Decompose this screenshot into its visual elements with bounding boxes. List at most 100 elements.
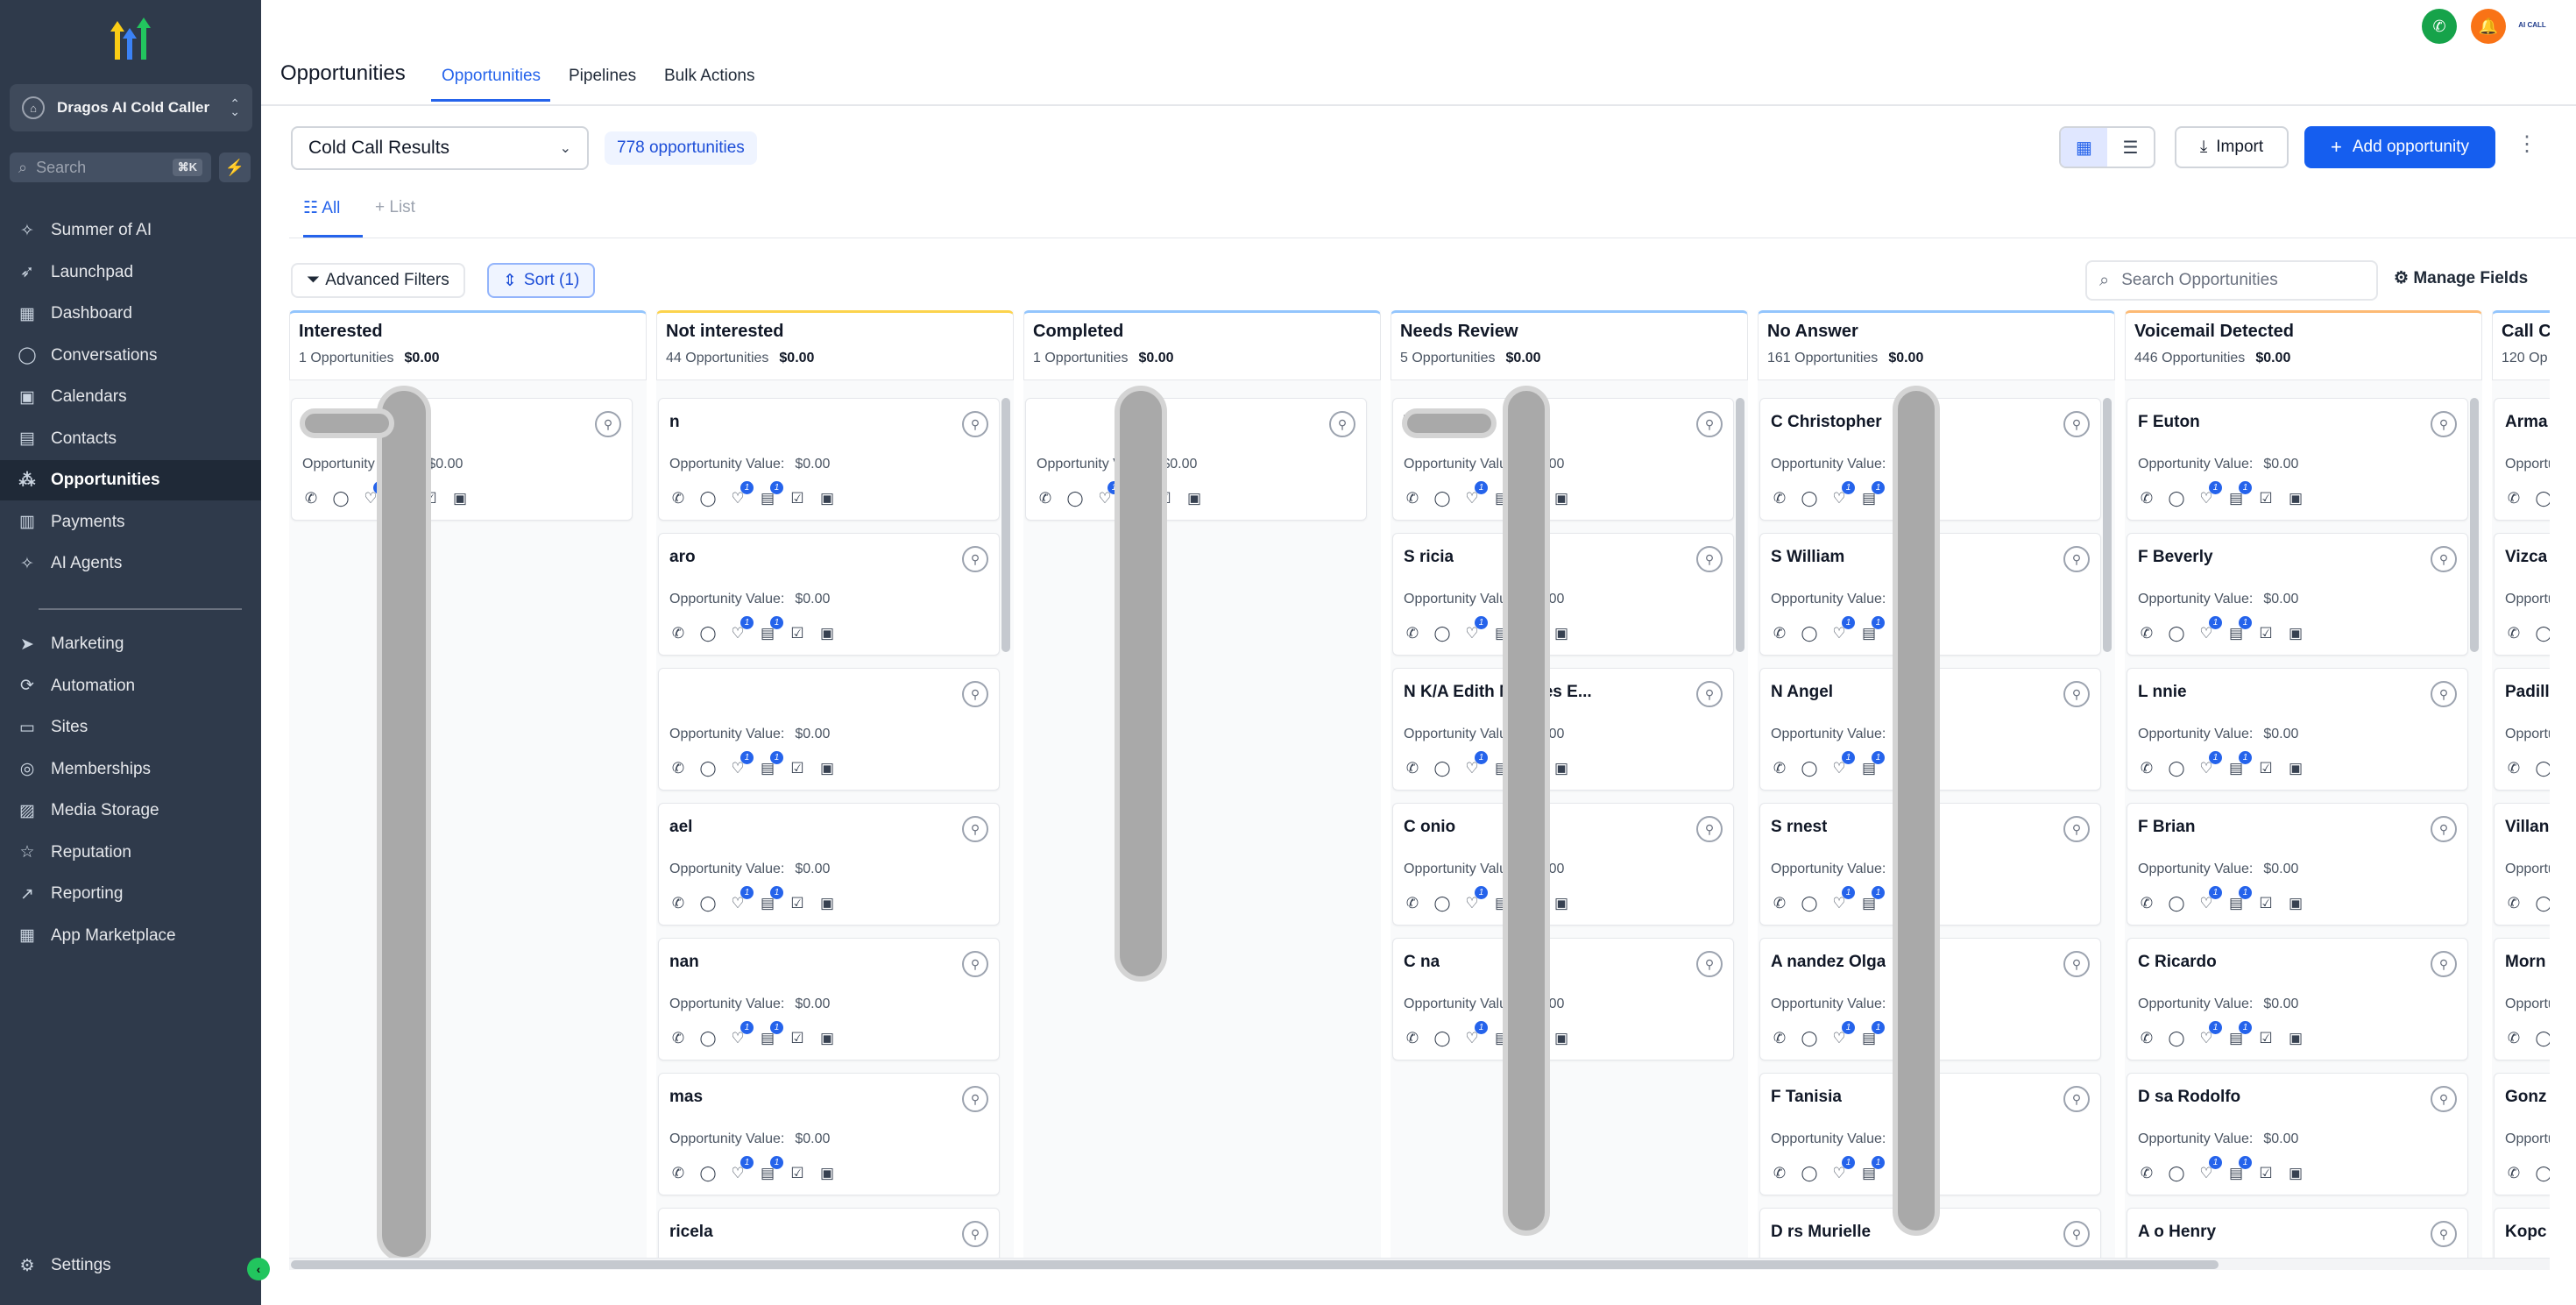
opportunity-card[interactable]: ael ⚲ Opportunity Value: $0.00 ✆ ◯ ♡ 1 ▤ 1 ☑ ▣ [658,803,1000,926]
phone-icon[interactable]: ✆ [1771,490,1788,507]
assign-user-icon[interactable]: ⚲ [2063,1086,2090,1112]
phone-icon[interactable]: ✆ [1404,760,1421,777]
bell-icon[interactable]: 🔔 [2471,9,2506,44]
tag-icon[interactable]: ♡1 [1830,886,1855,912]
tag-icon[interactable]: ♡1 [729,1021,754,1047]
phone-icon[interactable]: ✆ [2138,1030,2155,1047]
notes-icon[interactable]: ▤1 [1860,481,1885,507]
tag-icon[interactable]: ♡1 [1830,1021,1855,1047]
list-view-icon[interactable]: ☰ [2107,128,2154,167]
notes-icon[interactable]: ▤1 [759,1021,783,1047]
notes-icon[interactable]: ▤1 [2227,886,2252,912]
notes-icon[interactable]: ▤1 [2227,616,2252,642]
opportunity-card[interactable]: mas ⚲ Opportunity Value: $0.00 ✆ ◯ ♡ 1 ▤ 1 ☑ ▣ [658,1073,1000,1195]
chat-icon[interactable]: ◯ [699,625,717,642]
column-scrollbar[interactable] [2103,398,2112,652]
chat-icon[interactable]: ◯ [699,760,717,777]
calendar-icon[interactable]: ▣ [818,490,836,507]
tag-icon[interactable]: ♡1 [1830,481,1855,507]
phone-icon[interactable]: ✆ [669,760,687,777]
phone-icon[interactable]: ✆ [1404,895,1421,912]
notes-icon[interactable]: ▤1 [2227,1021,2252,1047]
sidebar-item-app-marketplace[interactable]: ▦ App Marketplace [0,916,261,956]
phone-icon[interactable]: ✆ [2505,1030,2523,1047]
tag-icon[interactable]: ♡1 [1463,616,1488,642]
account-switcher[interactable]: ⌂ Dragos AI Cold Caller ⌃ ⌄ [10,84,252,131]
add-opportunity-button[interactable]: + Add opportunity [2304,126,2495,168]
notes-icon[interactable]: ▤1 [2227,1156,2252,1182]
tag-icon[interactable]: ♡1 [1463,1021,1488,1047]
task-icon[interactable]: ☑ [789,1165,806,1182]
chat-icon[interactable]: ◯ [2535,1165,2550,1182]
calendar-icon[interactable]: ▣ [2287,1030,2304,1047]
collapse-sidebar-icon[interactable]: ‹ [247,1258,270,1280]
tag-icon[interactable]: ♡1 [1463,751,1488,777]
assign-user-icon[interactable]: ⚲ [595,411,621,437]
import-button[interactable]: ⤓ Import [2175,126,2289,168]
assign-user-icon[interactable]: ⚲ [2431,951,2457,977]
sidebar-item-automation[interactable]: ⟳ Automation [0,666,261,706]
advanced-filters-button[interactable]: ⏷ Advanced Filters [291,263,465,298]
opportunity-card[interactable]: Kopc⚲Opportunity Value:$0.00✆◯♡1▤1☑▣ [2494,1208,2550,1261]
chat-icon[interactable]: ◯ [1801,490,1818,507]
tag-icon[interactable]: ♡1 [729,1156,754,1182]
column-scrollbar[interactable] [1736,398,1744,652]
tab-pipelines[interactable]: Pipelines [569,67,636,86]
assign-user-icon[interactable]: ⚲ [962,816,988,842]
sidebar-item-dashboard[interactable]: ▦ Dashboard [0,294,261,334]
board-view-icon[interactable]: ▦ [2061,128,2107,167]
task-icon[interactable]: ☑ [789,895,806,912]
chat-icon[interactable]: ◯ [699,1165,717,1182]
notes-icon[interactable]: ▤1 [2227,751,2252,777]
calendar-icon[interactable]: ▣ [2287,625,2304,642]
phone-icon[interactable]: ✆ [1404,1030,1421,1047]
calendar-icon[interactable]: ▣ [1553,490,1570,507]
chat-icon[interactable]: ◯ [2168,625,2185,642]
tag-icon[interactable]: ♡1 [729,886,754,912]
chat-icon[interactable]: ◯ [332,490,350,507]
sidebar-item-memberships[interactable]: ◎ Memberships [0,749,261,790]
phone-icon[interactable]: ✆ [2505,625,2523,642]
tag-icon[interactable]: ♡1 [2197,886,2222,912]
board-horizontal-scrollbar[interactable] [289,1258,2550,1270]
opportunity-card[interactable]: ricela⚲Opportunity Value:$0.00✆◯♡1▤1☑▣ [658,1208,1000,1261]
phone-icon[interactable]: ✆ [1404,490,1421,507]
sidebar-item-reporting[interactable]: ↗ Reporting [0,874,261,914]
task-icon[interactable]: ☑ [789,490,806,507]
assign-user-icon[interactable]: ⚲ [1696,681,1723,707]
phone-icon[interactable]: ✆ [1771,625,1788,642]
assign-user-icon[interactable]: ⚲ [2063,816,2090,842]
phone-icon[interactable]: ✆ [1771,895,1788,912]
assign-user-icon[interactable]: ⚲ [2063,1221,2090,1247]
chat-icon[interactable]: ◯ [1433,490,1451,507]
view-tab-add-list[interactable]: + List [375,198,415,217]
opportunity-card[interactable]: aro ⚲ Opportunity Value: $0.00 ✆ ◯ ♡ 1 ▤ 1 ☑ ▣ [658,533,1000,656]
sidebar-item-contacts[interactable]: ▤ Contacts [0,419,261,459]
notes-icon[interactable]: ▤1 [1860,1156,1885,1182]
assign-user-icon[interactable]: ⚲ [2063,951,2090,977]
assign-user-icon[interactable]: ⚲ [2431,1086,2457,1112]
task-icon[interactable]: ☑ [2257,895,2275,912]
phone-icon[interactable]: ✆ [2138,1165,2155,1182]
chat-icon[interactable]: ◯ [2168,1030,2185,1047]
tab-bulk-actions[interactable]: Bulk Actions [664,67,755,86]
opportunity-card[interactable]: L nnie ⚲ Opportunity Value: $0.00 ✆ ◯ ♡ 1 ▤ 1 ☑ ▣ [2127,668,2468,791]
notes-icon[interactable]: ▤1 [759,1156,783,1182]
notes-icon[interactable]: ▤1 [759,481,783,507]
more-options-icon[interactable]: ⋮ [2516,131,2537,157]
phone-icon[interactable]: ✆ [669,895,687,912]
chat-icon[interactable]: ◯ [1801,895,1818,912]
sort-button[interactable]: ⇕ Sort (1) [487,263,596,298]
calendar-icon[interactable]: ▣ [818,1165,836,1182]
sidebar-item-media-storage[interactable]: ▨ Media Storage [0,791,261,831]
tag-icon[interactable]: ♡1 [1830,616,1855,642]
chat-icon[interactable]: ◯ [2535,490,2550,507]
calendar-icon[interactable]: ▣ [1185,490,1203,507]
opportunity-card[interactable]: Arma⚲Opportunity Value:$0.00✆◯♡1▤1☑▣ [2494,398,2550,521]
assign-user-icon[interactable]: ⚲ [962,951,988,977]
opportunity-card[interactable]: C na⚲Opportunity Value:$0.00✆◯♡1▤1☑▣ [1392,938,1734,1060]
opportunity-card[interactable]: N K/A Edith Morales E... ⚲ Opportunity Val… [1392,668,1734,791]
tag-icon[interactable]: ♡1 [1830,1156,1855,1182]
task-icon[interactable]: ☑ [2257,1165,2275,1182]
task-icon[interactable]: ☑ [789,1030,806,1047]
